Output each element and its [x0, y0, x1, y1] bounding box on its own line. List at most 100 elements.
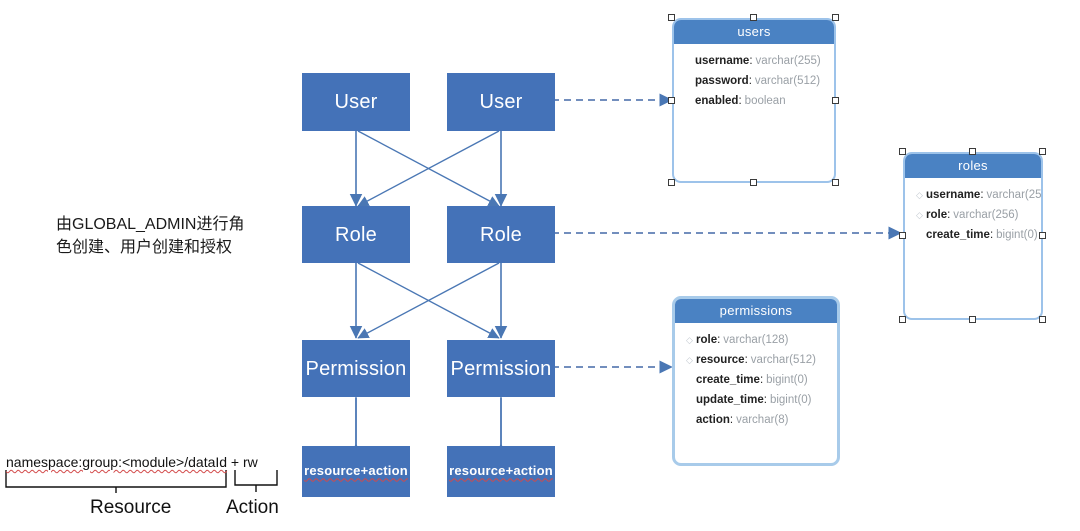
db-field-row: update_time : bigint(0) — [675, 390, 837, 410]
resize-handle-bottom-right[interactable] — [832, 179, 839, 186]
db-field-name: resource — [696, 354, 745, 366]
db-field-row: create_time : bigint(0) — [905, 225, 1041, 245]
db-field-row: ◇ role : varchar(128) — [675, 330, 837, 350]
key-diamond-icon: ◇ — [916, 189, 923, 200]
brace-action — [234, 470, 278, 492]
db-field-name: action — [696, 414, 730, 426]
resize-handle-bottom-left[interactable] — [668, 179, 675, 186]
resize-handle-bottom-left[interactable] — [899, 316, 906, 323]
db-field-colon: : — [980, 189, 984, 201]
connector-role-to-permission-cross — [357, 262, 500, 339]
db-field-name: username — [695, 55, 750, 67]
resize-handle-top-center[interactable] — [969, 148, 976, 155]
db-field-type: varchar(512) — [754, 75, 821, 87]
db-field-colon: : — [947, 209, 951, 221]
brace-label-action: Action — [226, 497, 279, 518]
db-field-type: varchar(8) — [736, 414, 789, 426]
brace-resource — [5, 470, 227, 493]
flow-box-role-right[interactable]: Role — [447, 206, 555, 263]
db-field-colon: : — [989, 229, 994, 241]
key-diamond-icon: ◇ — [686, 334, 693, 345]
resize-handle-top-center[interactable] — [750, 14, 757, 21]
resize-handle-top-left[interactable] — [899, 148, 906, 155]
db-field-colon: : — [744, 354, 748, 366]
diagram-canvas: 由GLOBAL_ADMIN进行角 色创建、用户创建和授权 User User R… — [0, 0, 1080, 531]
db-table-users-header: users — [674, 20, 834, 44]
db-field-colon: : — [729, 414, 734, 426]
connector-permission-to-resourceaction — [348, 384, 509, 458]
flow-box-resource-action-right[interactable]: resource+action — [447, 446, 555, 497]
db-field-colon: : — [717, 334, 721, 346]
flow-box-user-left[interactable]: User — [302, 73, 410, 131]
db-field-name: username — [926, 189, 981, 201]
chinese-annotation-line-1: 由GLOBAL_ADMIN进行角 — [56, 216, 245, 233]
db-field-colon: : — [738, 95, 742, 107]
resize-handle-top-right[interactable] — [832, 14, 839, 21]
db-field-name: create_time — [696, 374, 760, 386]
db-table-permissions[interactable]: permissions ◇ role : varchar(128) ◇ reso… — [672, 296, 840, 466]
db-field-type: bigint(0) — [996, 229, 1038, 241]
flow-box-label: resource+action — [449, 463, 553, 479]
db-table-users-fields: username : varchar(255) password : varch… — [674, 44, 834, 111]
db-field-row: ◇ resource : varchar(512) — [675, 350, 837, 370]
resize-handle-bottom-center[interactable] — [750, 179, 757, 186]
flow-box-label: User — [479, 91, 523, 113]
db-field-type: varchar(128) — [723, 334, 789, 346]
db-field-name: create_time — [926, 229, 990, 241]
flow-box-label: Permission — [450, 357, 552, 380]
db-field-colon: : — [749, 55, 753, 67]
connector-user-to-role-vertical — [349, 131, 508, 207]
connector-user-to-role-cross — [357, 130, 500, 207]
flow-box-permission-right[interactable]: Permission — [447, 340, 555, 397]
db-field-type: varchar(256) — [953, 209, 1019, 221]
db-field-row: ◇ role : varchar(256) — [905, 205, 1041, 225]
db-field-type: bigint(0) — [769, 394, 812, 406]
flow-box-label: resource+action — [304, 463, 408, 479]
resize-handle-bottom-center[interactable] — [969, 316, 976, 323]
resize-handle-middle-right[interactable] — [832, 97, 839, 104]
chinese-annotation-line-2: 色创建、用户创建和授权 — [56, 239, 233, 257]
resize-handle-middle-left[interactable] — [899, 232, 906, 239]
db-field-row: ◇ username : varchar(256) — [905, 185, 1041, 205]
db-field-name: role — [926, 209, 948, 221]
resource-expression-resource-part: namespace:group:<module>/dataId — [6, 454, 228, 470]
brace-label-resource: Resource — [90, 497, 172, 518]
db-table-roles[interactable]: roles ◇ username : varchar(256) ◇ role :… — [903, 152, 1043, 320]
db-field-colon: : — [759, 374, 764, 386]
flow-box-label: Role — [480, 223, 522, 246]
resize-handle-bottom-right[interactable] — [1039, 316, 1046, 323]
resize-handle-middle-left[interactable] — [668, 97, 675, 104]
resource-expression: namespace:group:<module>/dataId + rw — [6, 454, 258, 470]
db-field-row: enabled : boolean — [674, 91, 834, 111]
chinese-annotation: 由GLOBAL_ADMIN进行角 色创建、用户创建和授权 — [56, 213, 271, 259]
db-field-row: password : varchar(512) — [674, 71, 834, 91]
db-field-row: action : varchar(8) — [675, 410, 837, 430]
db-field-name: enabled — [695, 95, 739, 107]
db-table-roles-fields: ◇ username : varchar(256) ◇ role : varch… — [905, 178, 1041, 245]
db-field-type: varchar(512) — [750, 354, 816, 366]
db-field-type: varchar(256) — [986, 189, 1042, 201]
flow-box-permission-left[interactable]: Permission — [302, 340, 410, 397]
db-table-users[interactable]: users username : varchar(255) password :… — [672, 18, 836, 183]
resource-expression-action-part: rw — [243, 454, 258, 470]
db-field-type: boolean — [744, 95, 786, 107]
flow-box-label: Permission — [305, 357, 407, 380]
flow-box-label: User — [334, 91, 378, 113]
flow-box-label: Role — [335, 223, 377, 246]
flow-box-user-right[interactable]: User — [447, 73, 555, 131]
connector-role-to-permission-vertical — [349, 263, 508, 339]
db-field-type: bigint(0) — [766, 374, 808, 386]
resize-handle-top-left[interactable] — [668, 14, 675, 21]
db-table-permissions-header: permissions — [675, 299, 837, 323]
resize-handle-top-right[interactable] — [1039, 148, 1046, 155]
flow-box-role-left[interactable]: Role — [302, 206, 410, 263]
resize-handle-middle-right[interactable] — [1039, 232, 1046, 239]
db-field-colon: : — [748, 75, 752, 87]
flow-box-resource-action-left[interactable]: resource+action — [302, 446, 410, 497]
db-field-row: username : varchar(255) — [674, 51, 834, 71]
key-diamond-icon: ◇ — [686, 354, 693, 365]
db-table-roles-header: roles — [905, 154, 1041, 178]
key-diamond-icon: ◇ — [916, 209, 923, 220]
db-field-name: update_time — [696, 394, 764, 406]
db-field-name: password — [695, 75, 749, 87]
